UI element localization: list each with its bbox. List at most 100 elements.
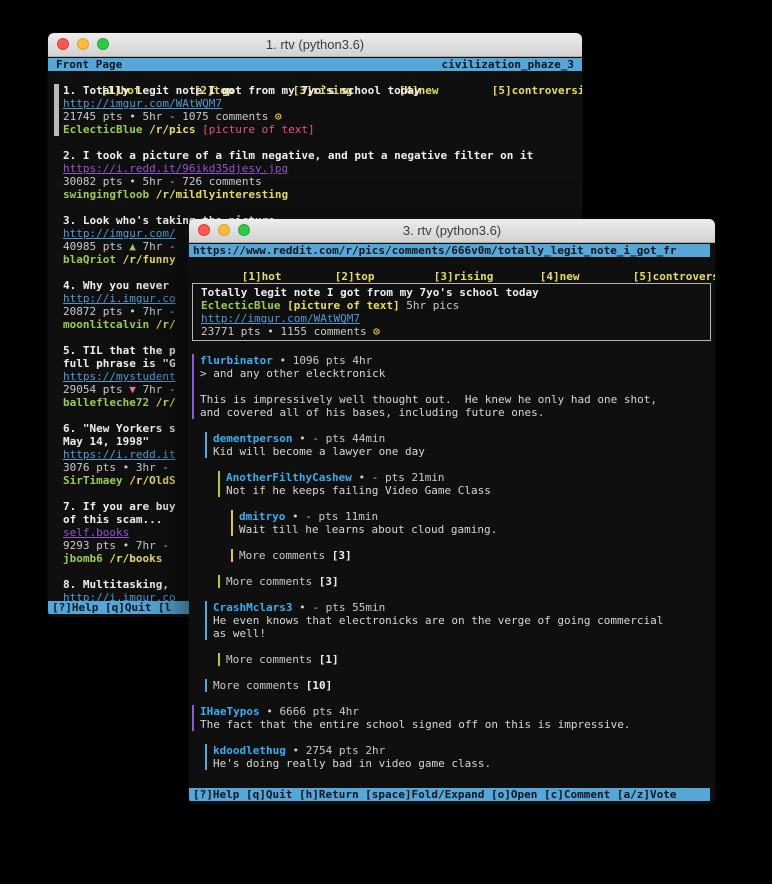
zoom-button[interactable] (238, 224, 250, 236)
post-link[interactable]: http://imgur.com/WAtWQM7 (63, 97, 222, 110)
tab-new[interactable]: [4]new (540, 270, 633, 283)
post-subreddit[interactable]: /r/ (156, 396, 176, 409)
post-author[interactable]: SirTimaey (63, 474, 129, 487)
gilded-icon: ⊙ (275, 110, 282, 123)
comment-author[interactable]: CrashMclars3 (213, 601, 292, 614)
tab-controversial[interactable]: [5]controversial (633, 270, 715, 283)
more-comments-count: [3] (332, 549, 352, 562)
post-link[interactable]: self.books (63, 526, 129, 539)
comment-author[interactable]: dementperson (213, 432, 292, 445)
post-flair: [picture of text] (202, 123, 315, 136)
post-author[interactable]: blaQriot (63, 253, 123, 266)
post-author[interactable]: moonlitcalvin (63, 318, 156, 331)
tab-top[interactable]: [2]top (335, 270, 434, 283)
more-comments[interactable]: More comments [3] (231, 549, 715, 562)
tab-rising[interactable]: [3]rising (434, 270, 540, 283)
post-link[interactable]: https://i.redd.it (63, 448, 176, 461)
post-author[interactable]: EclecticBlue (63, 123, 149, 136)
terminal-content: https://www.reddit.com/r/pics/comments/6… (189, 243, 715, 804)
page-title: Front Page (56, 58, 122, 71)
comment-body: > and any other elecktronick This is imp… (200, 367, 715, 419)
comment-author[interactable]: kdoodlethug (213, 744, 286, 757)
comment-dmitryo[interactable]: dmitryo • - pts 11min Wait till he learn… (231, 510, 715, 536)
bullet: • (129, 175, 136, 188)
tab-hot[interactable]: [1]hot (242, 270, 335, 283)
comment-body: Wait till he learns about cloud gaming. (239, 523, 715, 536)
window-title: 1. rtv (python3.6) (266, 37, 364, 52)
comment-body: He even knows that electronicks are on t… (213, 614, 715, 640)
post-byline: EclecticBlue /r/pics [picture of text] (63, 123, 582, 136)
more-comments[interactable]: More comments [10] (205, 679, 715, 692)
comment-flurbinator[interactable]: flurbinator • 1096 pts 4hr > and any oth… (192, 354, 715, 419)
close-button[interactable] (57, 38, 69, 50)
comment-author[interactable]: AnotherFilthyCashew (226, 471, 352, 484)
more-comments[interactable]: More comments [3] (218, 575, 715, 588)
post-link[interactable]: https://i.redd.it/96ikd35djesy.jpg (63, 162, 288, 175)
submission-flair: [picture of text] (287, 299, 400, 312)
downvoted-arrow-icon: ▼ (129, 383, 136, 396)
comment-crashmclars3[interactable]: CrashMclars3 • - pts 55min He even knows… (205, 601, 715, 640)
comment-anotherfilthycashew[interactable]: AnotherFilthyCashew • - pts 21min Not if… (218, 471, 715, 497)
more-comments[interactable]: More comments [1] (218, 653, 715, 666)
comment-author[interactable]: dmitryo (239, 510, 285, 523)
bullet: • (129, 110, 136, 123)
comment-body: Kid will become a lawyer one day (213, 445, 715, 458)
post-author[interactable]: swingingfloob (63, 188, 156, 201)
submission-author[interactable]: EclecticBlue (201, 299, 287, 312)
status-bar: [?]Help [q]Quit [h]Return [space]Fold/Ex… (189, 788, 710, 801)
post-item-2[interactable]: 2. I took a picture of a film negative, … (63, 149, 582, 201)
post-subreddit[interactable]: /r/books (109, 552, 162, 565)
comment-body: He's doing really bad in video game clas… (213, 757, 715, 770)
terminal-window-comments[interactable]: 3. rtv (python3.6) https://www.reddit.co… (189, 219, 715, 804)
bullet: • (129, 305, 136, 318)
submission-title: Totally legit note I got from my 7yo's s… (201, 286, 710, 299)
comment-header: CrashMclars3 • - pts 55min (213, 601, 715, 614)
post-meta: 21745 pts • 5hr - 1075 comments ⊙ (63, 110, 582, 123)
comment-header: dmitryo • - pts 11min (239, 510, 715, 523)
gilded-icon: ⊙ (373, 325, 380, 338)
submission-box[interactable]: Totally legit note I got from my 7yo's s… (192, 283, 711, 341)
selection-cursor (54, 84, 59, 136)
more-comments-count: [10] (306, 679, 333, 692)
post-link[interactable]: https://mystudent (63, 370, 176, 383)
post-title[interactable]: 1. Totally legit note I got from my 7yo'… (63, 84, 582, 97)
minimize-button[interactable] (77, 38, 89, 50)
more-comments-count: [1] (319, 653, 339, 666)
comment-header: AnotherFilthyCashew • - pts 21min (226, 471, 715, 484)
comment-body: The fact that the entire school signed o… (200, 718, 715, 731)
comment-dementperson[interactable]: dementperson • - pts 44min Kid will beco… (205, 432, 715, 458)
submission-link[interactable]: http://imgur.com/WAtWQM7 (201, 312, 360, 325)
post-author[interactable]: jbomb6 (63, 552, 109, 565)
post-byline: swingingfloob /r/mildlyinteresting (63, 188, 582, 201)
post-subreddit[interactable]: /r/OldS (129, 474, 175, 487)
zoom-button[interactable] (97, 38, 109, 50)
post-subreddit[interactable]: /r/pics (149, 123, 202, 136)
submission-byline: EclecticBlue [picture of text] 5hr pics (201, 299, 710, 312)
sort-tabs: [1]hot[2]top[3]rising[4]new[5]controvers… (189, 257, 715, 270)
post-subreddit[interactable]: /r/mildlyinteresting (156, 188, 288, 201)
post-meta: 30082 pts • 5hr - 726 comments (63, 175, 582, 188)
rtv-header-bar: Front Page civilization_phaze_3 (48, 58, 582, 71)
comment-author[interactable]: IHaeTypos (200, 705, 260, 718)
post-subreddit[interactable]: /r/ (156, 318, 176, 331)
comment-header: kdoodlethug • 2754 pts 2hr (213, 744, 715, 757)
post-link[interactable]: http://imgur.com/ (63, 227, 176, 240)
submission-stats: 23771 pts • 1155 comments ⊙ (201, 325, 710, 338)
post-title[interactable]: 2. I took a picture of a film negative, … (63, 149, 582, 162)
post-subreddit[interactable]: /r/funny (123, 253, 176, 266)
post-author[interactable]: ballefleche72 (63, 396, 156, 409)
window-titlebar[interactable]: 3. rtv (python3.6) (189, 219, 715, 243)
minimize-button[interactable] (218, 224, 230, 236)
submission-url-bar: https://www.reddit.com/r/pics/comments/6… (189, 244, 710, 257)
upvoted-arrow-icon: ▲ (129, 240, 136, 253)
sort-tabs: [1]hot[2]top[3]rising[4]new[5]controvers… (48, 71, 582, 84)
window-titlebar[interactable]: 1. rtv (python3.6) (48, 33, 582, 57)
comment-header: dementperson • - pts 44min (213, 432, 715, 445)
logged-in-user: civilization_phaze_3 (442, 58, 574, 71)
post-link[interactable]: http://i.imgur.co (63, 292, 176, 305)
post-item-1[interactable]: 1. Totally legit note I got from my 7yo'… (63, 84, 582, 136)
close-button[interactable] (198, 224, 210, 236)
comment-ihaetypos[interactable]: IHaeTypos • 6666 pts 4hr The fact that t… (192, 705, 715, 731)
comment-kdoodlethug[interactable]: kdoodlethug • 2754 pts 2hr He's doing re… (205, 744, 715, 770)
comment-author[interactable]: flurbinator (200, 354, 273, 367)
